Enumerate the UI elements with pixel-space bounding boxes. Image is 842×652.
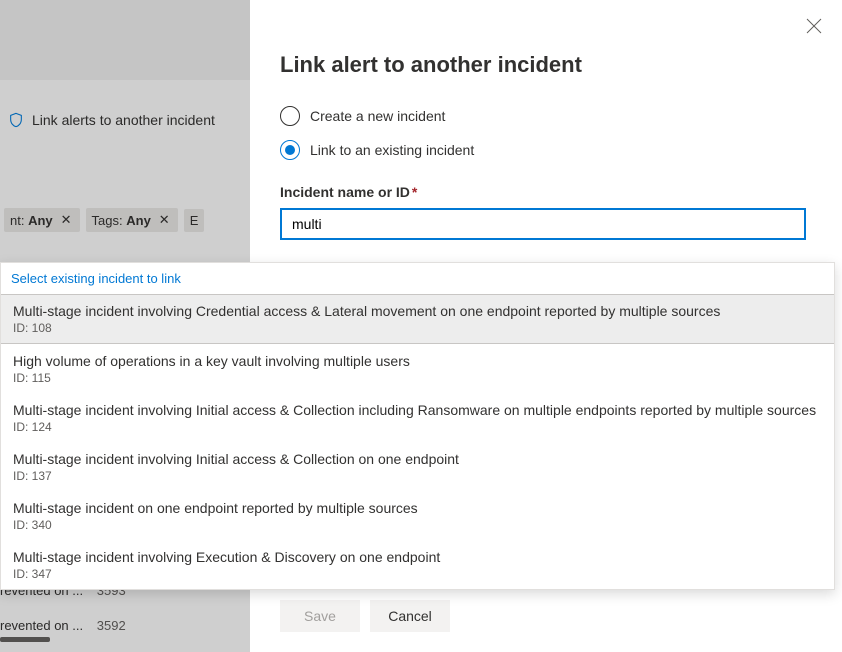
radio-link-existing[interactable]: Link to an existing incident [280,140,812,160]
dropdown-item-title: High volume of operations in a key vault… [13,353,822,369]
close-icon[interactable] [806,18,822,34]
field-label: Incident name or ID* [280,184,812,200]
radio-label: Link to an existing incident [310,142,474,158]
filter-pill-partial[interactable]: E [184,209,205,232]
incident-dropdown: Select existing incident to link Multi-s… [0,262,835,590]
bg-toolbar: Link alerts to another incident [0,80,250,160]
table-row[interactable]: revented on ... 3592 [0,608,250,652]
filter-pill-assignment[interactable]: nt: Any ✕ [4,208,80,232]
radio-icon [280,106,300,126]
close-icon[interactable]: ✕ [157,212,172,228]
radio-icon [280,140,300,160]
dropdown-item[interactable]: Multi-stage incident involving Execution… [1,540,834,589]
row-bar [0,637,50,642]
incident-search-input[interactable] [280,208,806,240]
shield-icon [8,112,24,128]
dropdown-item-title: Multi-stage incident involving Execution… [13,549,822,565]
radio-dot [285,145,295,155]
filter-label: Tags: Any [92,213,151,228]
dropdown-item-id: ID: 347 [13,567,822,581]
dropdown-item-id: ID: 108 [13,321,822,335]
dropdown-item-id: ID: 124 [13,420,822,434]
dropdown-item-title: Multi-stage incident involving Initial a… [13,451,822,467]
required-star: * [412,184,417,200]
dropdown-item-title: Multi-stage incident involving Initial a… [13,402,822,418]
dropdown-item-id: ID: 340 [13,518,822,532]
panel-title: Link alert to another incident [280,52,812,78]
radio-create-new[interactable]: Create a new incident [280,106,812,126]
link-alerts-label[interactable]: Link alerts to another incident [32,112,215,128]
dropdown-item[interactable]: Multi-stage incident involving Initial a… [1,393,834,442]
radio-group: Create a new incident Link to an existin… [280,106,812,160]
dropdown-header: Select existing incident to link [1,263,834,294]
save-button[interactable]: Save [280,600,360,632]
dropdown-item[interactable]: Multi-stage incident involving Initial a… [1,442,834,491]
filter-bar: nt: Any ✕ Tags: Any ✕ E [0,208,250,232]
close-icon[interactable]: ✕ [59,212,74,228]
filter-pill-tags[interactable]: Tags: Any ✕ [86,208,178,232]
radio-label: Create a new incident [310,108,445,124]
dropdown-item-id: ID: 137 [13,469,822,483]
cancel-button[interactable]: Cancel [370,600,450,632]
dropdown-item[interactable]: Multi-stage incident on one endpoint rep… [1,491,834,540]
dropdown-item[interactable]: High volume of operations in a key vault… [1,344,834,393]
row-number: 3592 [97,618,126,633]
panel-footer: Save Cancel [280,600,450,632]
bg-top-band [0,0,250,80]
dropdown-item-title: Multi-stage incident involving Credentia… [13,303,822,319]
dropdown-item-id: ID: 115 [13,371,822,385]
dropdown-item[interactable]: Multi-stage incident involving Credentia… [1,294,834,344]
filter-label: E [190,213,199,228]
filter-label: nt: Any [10,213,53,228]
dropdown-item-title: Multi-stage incident on one endpoint rep… [13,500,822,516]
row-label: revented on ... [0,618,83,633]
